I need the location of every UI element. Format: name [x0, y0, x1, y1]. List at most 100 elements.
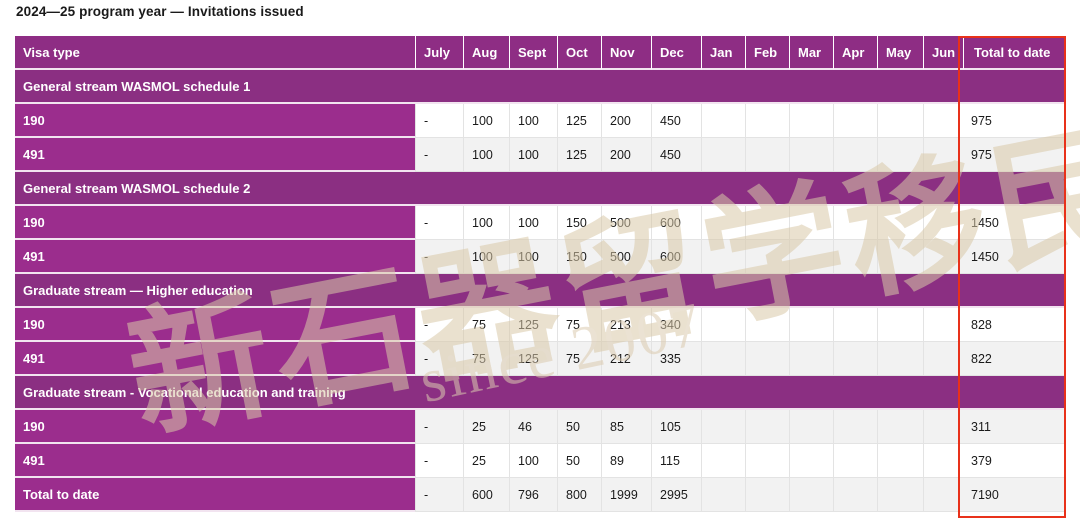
cell-month-value: [745, 274, 789, 308]
cell-month-value: [923, 138, 963, 172]
cell-month-value: 75: [463, 308, 509, 342]
cell-month-value: 200: [601, 104, 651, 138]
cell-month-value: [877, 274, 923, 308]
cell-month-value: [877, 376, 923, 410]
cell-month-value: -: [415, 342, 463, 376]
cell-month-value: [745, 410, 789, 444]
cell-month-value: 125: [509, 342, 557, 376]
cell-total-to-date: 311: [963, 410, 1066, 444]
row-label: 491: [15, 138, 415, 172]
row-label: 491: [15, 342, 415, 376]
cell-month-value: 340: [651, 308, 701, 342]
cell-month-value: [877, 70, 923, 104]
cell-month-value: [877, 342, 923, 376]
table-header-row: Visa type July Aug Sept Oct Nov Dec Jan Feb Mar Ap…: [15, 36, 1066, 70]
cell-month-value: 150: [557, 240, 601, 274]
cell-month-value: [701, 104, 745, 138]
cell-month-value: 100: [463, 138, 509, 172]
cell-month-value: [833, 104, 877, 138]
cell-month-value: [833, 172, 877, 206]
table-row: 190-100 100 125 200 450 975: [15, 104, 1066, 138]
cell-month-value: [509, 70, 557, 104]
cell-total-to-date: 379: [963, 444, 1066, 478]
cell-month-value: [415, 172, 463, 206]
column-header-month: Oct: [557, 36, 601, 70]
column-header-month: Feb: [745, 36, 789, 70]
table-section-row: Graduate stream - Vocational education a…: [15, 376, 1066, 410]
cell-month-value: [789, 376, 833, 410]
cell-month-value: [463, 376, 509, 410]
cell-month-value: 50: [557, 444, 601, 478]
table-section-row: General stream WASMOL schedule 1: [15, 70, 1066, 104]
cell-month-value: [651, 70, 701, 104]
cell-month-value: 100: [509, 444, 557, 478]
cell-month-value: 450: [651, 104, 701, 138]
cell-total-to-date: 1450: [963, 206, 1066, 240]
cell-total-to-date: 975: [963, 104, 1066, 138]
cell-month-value: [701, 274, 745, 308]
cell-month-value: 115: [651, 444, 701, 478]
cell-month-value: [601, 70, 651, 104]
cell-month-value: [601, 172, 651, 206]
cell-month-value: [601, 274, 651, 308]
cell-month-value: [833, 138, 877, 172]
cell-month-value: 100: [463, 104, 509, 138]
cell-month-value: [877, 478, 923, 512]
table-row: 491-100 100 150 500 600 1450: [15, 240, 1066, 274]
cell-month-value: 100: [509, 138, 557, 172]
cell-month-value: 500: [601, 206, 651, 240]
cell-month-value: [923, 206, 963, 240]
cell-month-value: [701, 478, 745, 512]
cell-month-value: [833, 478, 877, 512]
cell-month-value: [415, 70, 463, 104]
cell-month-value: 600: [651, 206, 701, 240]
cell-month-value: -: [415, 444, 463, 478]
cell-month-value: [833, 308, 877, 342]
column-header-visa-type: Visa type: [15, 36, 415, 70]
cell-month-value: [923, 104, 963, 138]
cell-month-value: [557, 172, 601, 206]
cell-month-value: [833, 376, 877, 410]
cell-month-value: [789, 138, 833, 172]
table-row: 491-100 100 125 200 450 975: [15, 138, 1066, 172]
cell-month-value: [877, 308, 923, 342]
cell-month-value: [789, 444, 833, 478]
cell-month-value: [651, 172, 701, 206]
cell-month-value: [601, 376, 651, 410]
cell-month-value: [833, 206, 877, 240]
cell-month-value: [557, 70, 601, 104]
row-label: 190: [15, 410, 415, 444]
cell-month-value: [789, 240, 833, 274]
cell-month-value: [833, 410, 877, 444]
column-header-month: July: [415, 36, 463, 70]
cell-month-value: [923, 308, 963, 342]
cell-month-value: 25: [463, 410, 509, 444]
cell-month-value: 100: [463, 206, 509, 240]
cell-month-value: 335: [651, 342, 701, 376]
cell-month-value: [923, 240, 963, 274]
table-row: 491-75 125 75 212 335 822: [15, 342, 1066, 376]
cell-month-value: [789, 410, 833, 444]
cell-month-value: -: [415, 138, 463, 172]
cell-month-value: [789, 478, 833, 512]
cell-month-value: [877, 444, 923, 478]
cell-month-value: 89: [601, 444, 651, 478]
cell-month-value: [701, 138, 745, 172]
cell-month-value: 600: [651, 240, 701, 274]
cell-month-value: 25: [463, 444, 509, 478]
cell-month-value: [415, 376, 463, 410]
column-header-month: Sept: [509, 36, 557, 70]
cell-month-value: [745, 308, 789, 342]
row-label: 190: [15, 104, 415, 138]
cell-month-value: [923, 376, 963, 410]
cell-month-value: [745, 104, 789, 138]
cell-month-value: [701, 308, 745, 342]
table-row: 491-25 100 50 89 115 379: [15, 444, 1066, 478]
cell-month-value: [877, 104, 923, 138]
cell-month-value: -: [415, 104, 463, 138]
cell-month-value: [789, 70, 833, 104]
cell-total-to-date: 975: [963, 138, 1066, 172]
cell-month-value: [701, 410, 745, 444]
cell-month-value: [701, 70, 745, 104]
cell-month-value: [923, 172, 963, 206]
